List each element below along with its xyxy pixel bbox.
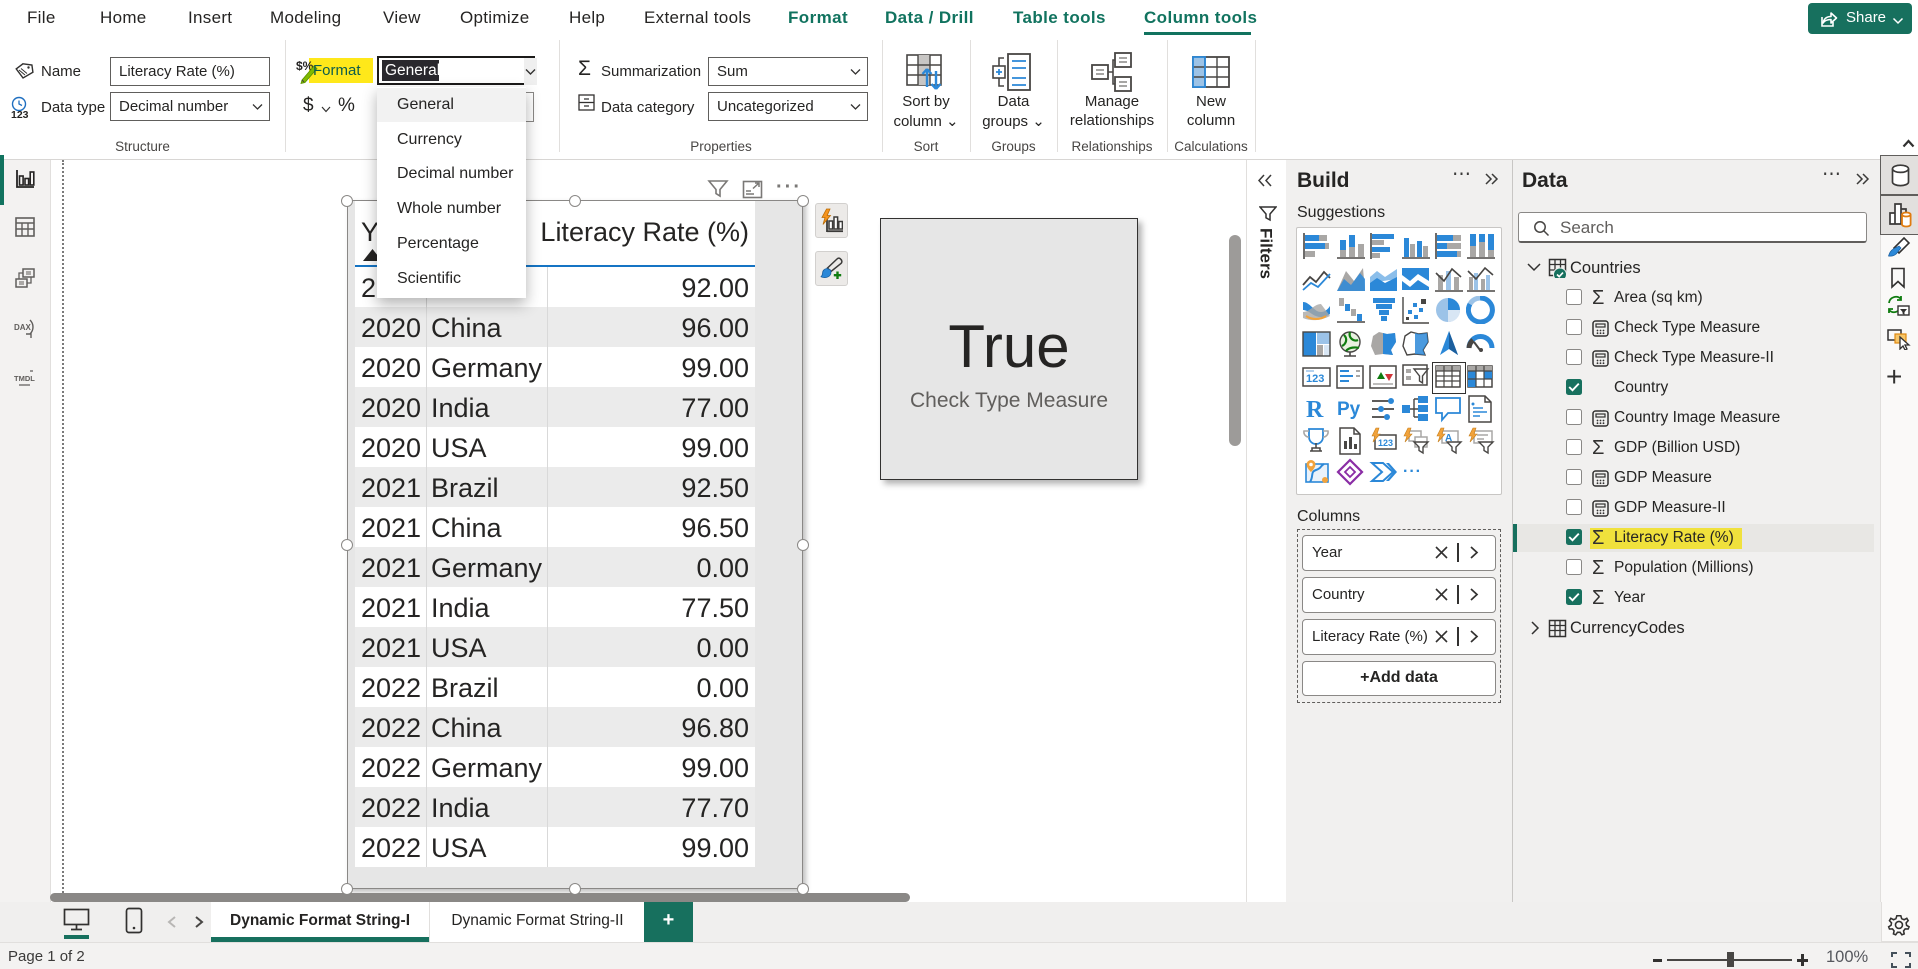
svg-text:DAX: DAX (14, 323, 32, 332)
svg-text:···: ··· (1403, 463, 1422, 480)
svg-text:R: R (1306, 397, 1324, 423)
svg-text:TMDL: TMDL (14, 374, 35, 383)
svg-text:123: 123 (11, 109, 29, 121)
svg-text:123: 123 (1378, 438, 1393, 448)
svg-text:123: 123 (1306, 373, 1324, 385)
svg-text:Py: Py (1337, 399, 1361, 420)
